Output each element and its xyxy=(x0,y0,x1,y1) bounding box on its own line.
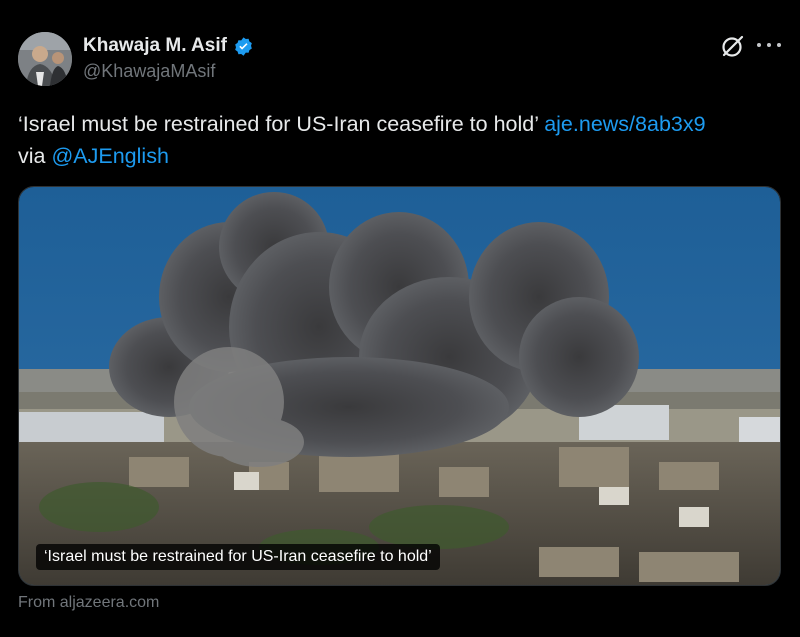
article-link[interactable]: aje.news/8ab3x9 xyxy=(544,112,705,136)
tweet-card[interactable]: Khawaja M. Asif @KhawajaMAsif ‘Israel mu… xyxy=(0,0,800,637)
author-name[interactable]: Khawaja M. Asif xyxy=(83,35,254,57)
grok-icon[interactable] xyxy=(720,33,746,59)
article-image xyxy=(19,187,780,585)
verified-badge-icon xyxy=(233,36,254,57)
author-name-text[interactable]: Khawaja M. Asif xyxy=(83,35,227,57)
link-preview-card[interactable]: ‘Israel must be restrained for US-Iran c… xyxy=(18,186,781,586)
media-caption: ‘Israel must be restrained for US-Iran c… xyxy=(36,544,440,570)
mention-link[interactable]: @AJEnglish xyxy=(51,144,168,168)
avatar[interactable] xyxy=(18,32,72,86)
tweet-text: ‘Israel must be restrained for US-Iran c… xyxy=(18,108,788,172)
author-handle[interactable]: @KhawajaMAsif xyxy=(83,61,215,82)
tweet-body: ‘Israel must be restrained for US-Iran c… xyxy=(18,112,539,136)
source-domain[interactable]: From aljazeera.com xyxy=(18,594,159,612)
via-label: via xyxy=(18,144,46,168)
more-options-icon[interactable] xyxy=(757,35,781,55)
